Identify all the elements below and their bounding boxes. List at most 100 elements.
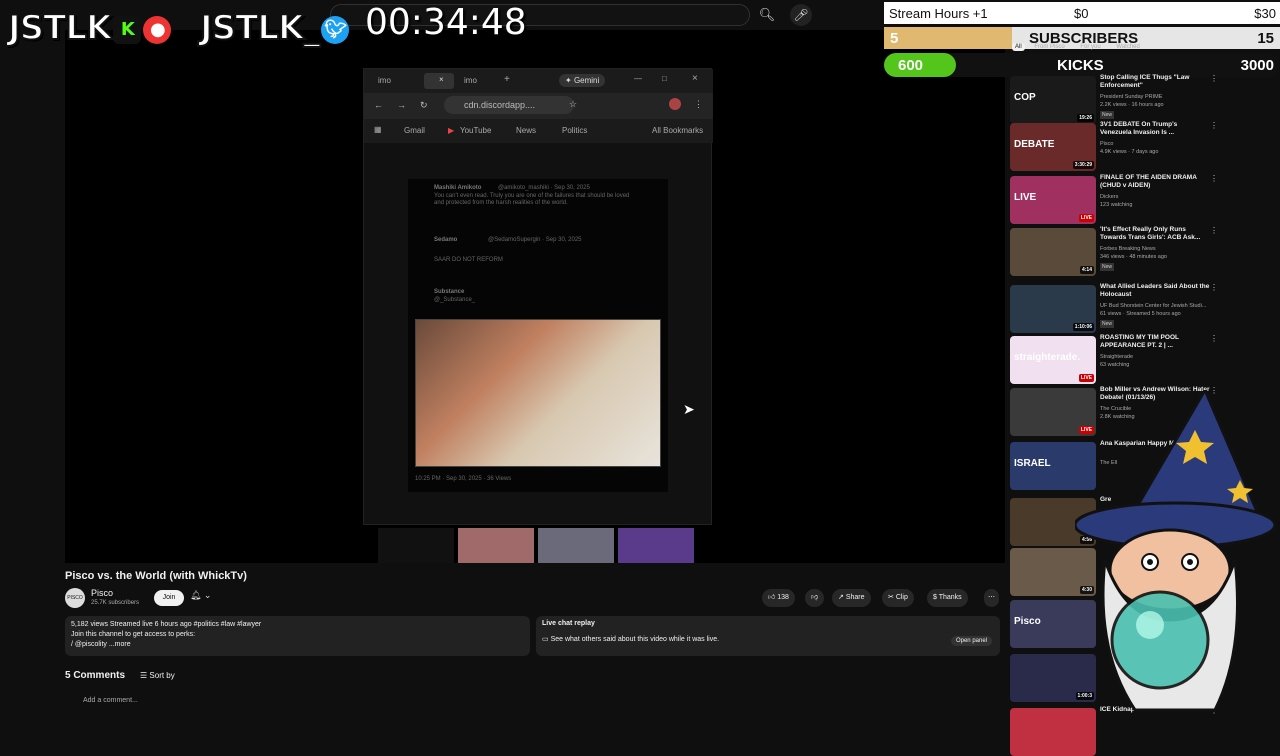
clip-button[interactable]: ✂ Clip [882, 589, 914, 607]
chip-watched[interactable]: Watched [1116, 44, 1139, 50]
sidebar-video[interactable]: 4:14 'It's Effect Really Only Runs Toward… [1010, 226, 1225, 276]
comment-input[interactable]: Add a comment... [83, 697, 138, 704]
video-meta: 63 watching [1100, 362, 1130, 368]
channel-name: Forbes Breaking News [1100, 246, 1156, 252]
channel-name: UF Bud Shorstein Center for Jewish Studi… [1100, 303, 1207, 309]
sidebar-video[interactable]: DEBATE 3:30:29 3V1 DEBATE On Trump's Venez… [1010, 121, 1225, 171]
video-thumbnail[interactable]: straighterade. LIVE [1010, 336, 1096, 384]
video-thumbnail[interactable]: 1:10:06 [1010, 285, 1096, 333]
thanks-button[interactable]: $ Thanks [927, 589, 968, 607]
youtube-icon: ▶ [448, 126, 455, 135]
live-chat-title: Live chat replay [542, 620, 595, 627]
avatar[interactable]: PISCO [65, 588, 85, 608]
sidebar-video[interactable]: COP 19:26 Stop Calling ICE Thugs "Law Enfo… [1010, 74, 1225, 124]
new-badge: New [1100, 111, 1115, 119]
duration-badge: 4:14 [1079, 266, 1094, 274]
duration-badge: 3:30:29 [1072, 161, 1094, 169]
tweet-thread: Mashiki Amikoto @amikoto_mashiki · Sep 3… [408, 179, 668, 492]
more-options-icon[interactable]: ⋮ [1210, 334, 1218, 343]
video-title[interactable]: What Allied Leaders Said About the Holoc… [1100, 283, 1210, 299]
more-options-icon[interactable]: ⋮ [1210, 174, 1218, 183]
more-options-icon[interactable]: ⋮ [1210, 74, 1218, 83]
video-meta: 123 watching [1100, 202, 1133, 208]
new-badge: New [1100, 263, 1115, 271]
participant-tile [378, 528, 454, 563]
dislike-button[interactable]: 👎︎ [805, 589, 825, 607]
close-icon: × [439, 75, 444, 84]
star-icon: ☆ [569, 99, 578, 109]
apps-icon: ▦ [374, 125, 382, 134]
browser-tab: imo [378, 76, 391, 85]
more-options-icon[interactable]: ⋮ [1210, 121, 1218, 130]
more-options-icon[interactable]: ⋯ [984, 589, 999, 607]
chip-for-you[interactable]: For you [1080, 44, 1100, 50]
description-link[interactable]: / @piscolity ...more [71, 640, 524, 650]
sidebar-video[interactable]: 1:10:06 What Allied Leaders Said About th… [1010, 283, 1225, 333]
maximize-icon: □ [662, 74, 667, 83]
subscribers-count: 5 [890, 30, 899, 47]
like-count: 138 [777, 594, 789, 601]
search-icon[interactable]: 🔍︎ [752, 4, 782, 26]
description-text: Join this channel to get access to perks… [71, 631, 196, 638]
video-description[interactable]: 5,182 views Streamed live 6 hours ago #p… [65, 616, 530, 656]
open-panel-button[interactable]: Open panel [950, 636, 992, 646]
jstlk-twitter-logo: JSTLK_ 🐦︎ [199, 7, 350, 49]
video-title[interactable]: FINALE OF THE AIDEN DRAMA (CHUD v AIDEN) [1100, 174, 1210, 190]
participant-tile [538, 528, 614, 563]
menu-icon: ⋮ [694, 99, 703, 109]
bookmarks-bar: ▦ Gmail ▶ YouTube News Politics All Book… [364, 119, 713, 143]
clip-label: Clip [895, 594, 908, 601]
like-button[interactable]: 👍︎ 138 [762, 589, 795, 607]
jstlk-kick-logo: JSTLK K ● [7, 7, 172, 49]
video-thumbnail[interactable]: COP 19:26 [1010, 76, 1096, 124]
channel-name: President Sunday PRIME [1100, 94, 1163, 100]
browser-tab-strip: imo × imo + ✦ Gemini — □ × [364, 69, 713, 93]
video-title[interactable]: Stop Calling ICE Thugs "Law Enforcement" [1100, 74, 1210, 90]
chip-all[interactable]: All [1012, 43, 1025, 51]
video-title[interactable]: 'It's Effect Really Only Runs Towards Tr… [1100, 226, 1210, 242]
browser-address-bar: ← → ↻ cdn.discordapp.... ☆ ⋮ [364, 93, 713, 119]
more-options-icon[interactable]: ⋮ [1210, 283, 1218, 292]
channel-name: Pisco [1100, 141, 1114, 147]
url-text: cdn.discordapp.... [464, 100, 536, 110]
thumbnail-text: DEBATE [1014, 139, 1055, 150]
reload-icon: ↻ [420, 100, 428, 110]
thumbnail-text: ISRAEL [1014, 458, 1051, 469]
video-thumbnail[interactable]: 4:14 [1010, 228, 1096, 276]
close-icon: × [692, 73, 698, 84]
tweet-author: Mashiki Amikoto [434, 185, 482, 191]
more-options-icon[interactable]: ⋮ [1210, 226, 1218, 235]
channel-name: Dickers [1100, 194, 1119, 200]
stream-hours-label: Stream Hours +1 [889, 6, 988, 21]
duration-badge: 1:10:06 [1072, 323, 1094, 331]
sort-by-label: Sort by [149, 671, 175, 680]
video-meta: 346 views · 48 minutes ago [1100, 254, 1167, 260]
sidebar-video[interactable]: straighterade. LIVE ROASTING MY TIM POOL A… [1010, 334, 1225, 384]
microphone-icon[interactable]: 🎤︎ [790, 4, 812, 26]
channel-name[interactable]: Pisco [91, 588, 113, 598]
chip-from-pisco[interactable]: From Pisco [1034, 44, 1064, 50]
subscribers-target: 15 [1257, 30, 1274, 47]
join-button[interactable]: Join [154, 590, 184, 606]
thumbnail-text: straighterade. [1014, 352, 1081, 363]
video-title[interactable]: 3V1 DEBATE On Trump's Venezuela Invasion… [1100, 121, 1210, 137]
video-title: Pisco vs. the World (with WhickTv) [65, 570, 247, 582]
forward-icon: → [397, 100, 406, 110]
video-title[interactable]: ROASTING MY TIM POOL APPEARANCE PT. 2 | … [1100, 334, 1210, 350]
gemini-label: Gemini [573, 76, 600, 85]
tweet-handle: @amikoto_mashiki · Sep 30, 2025 [498, 185, 590, 191]
channel-name: Straighterade [1100, 354, 1134, 360]
sidebar-video[interactable]: LIVE LIVE FINALE OF THE AIDEN DRAMA (CHUD … [1010, 174, 1225, 224]
share-button[interactable]: ↗ Share [832, 589, 871, 607]
tweet-text: SAAR DO NOT REFORM [434, 257, 503, 263]
stream-hours-goal: Stream Hours +1 $0 $30 [884, 2, 1280, 24]
live-chat-description: See what others said about this video wh… [550, 636, 720, 643]
thumbnail-text: COP [1014, 92, 1036, 103]
thumbnail-text: LIVE [1014, 192, 1037, 203]
video-thumbnail[interactable]: DEBATE 3:30:29 [1010, 123, 1096, 171]
new-tab-button: + [504, 74, 510, 85]
video-thumbnail[interactable]: LIVE LIVE [1010, 176, 1096, 224]
sort-by-button[interactable]: ☰ Sort by [140, 671, 175, 680]
wizard-mascot [1075, 390, 1277, 712]
notification-bell-icon[interactable]: 🔔︎ ⌄ [190, 590, 226, 606]
